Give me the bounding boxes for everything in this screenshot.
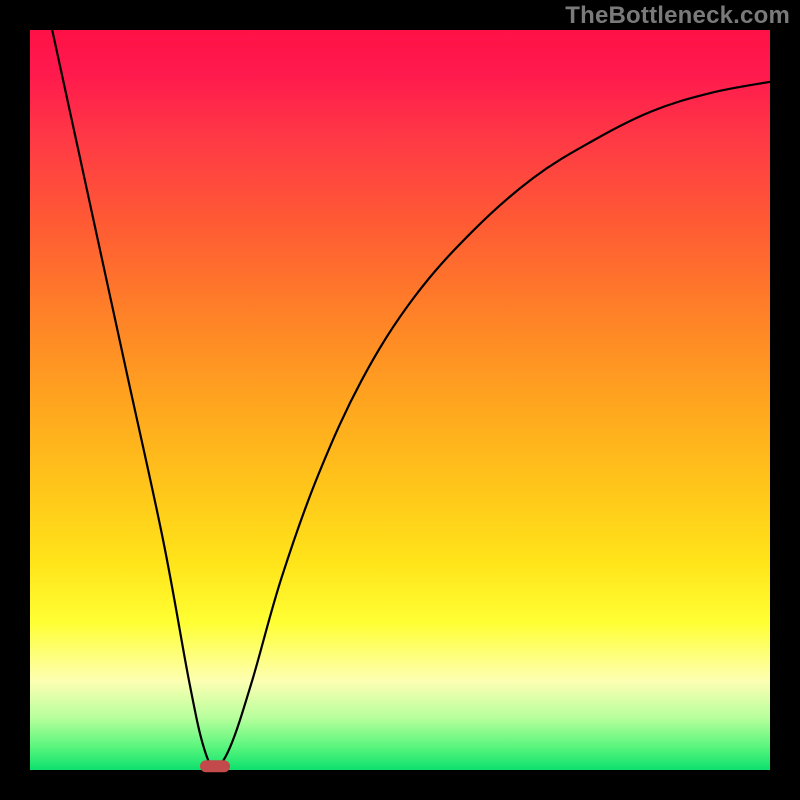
bottleneck-curve: [52, 30, 770, 766]
optimum-marker: [200, 760, 230, 772]
watermark-text: TheBottleneck.com: [565, 2, 790, 30]
curve-layer: [30, 30, 770, 770]
plot-area: [30, 30, 770, 770]
chart-frame: TheBottleneck.com: [0, 0, 800, 800]
